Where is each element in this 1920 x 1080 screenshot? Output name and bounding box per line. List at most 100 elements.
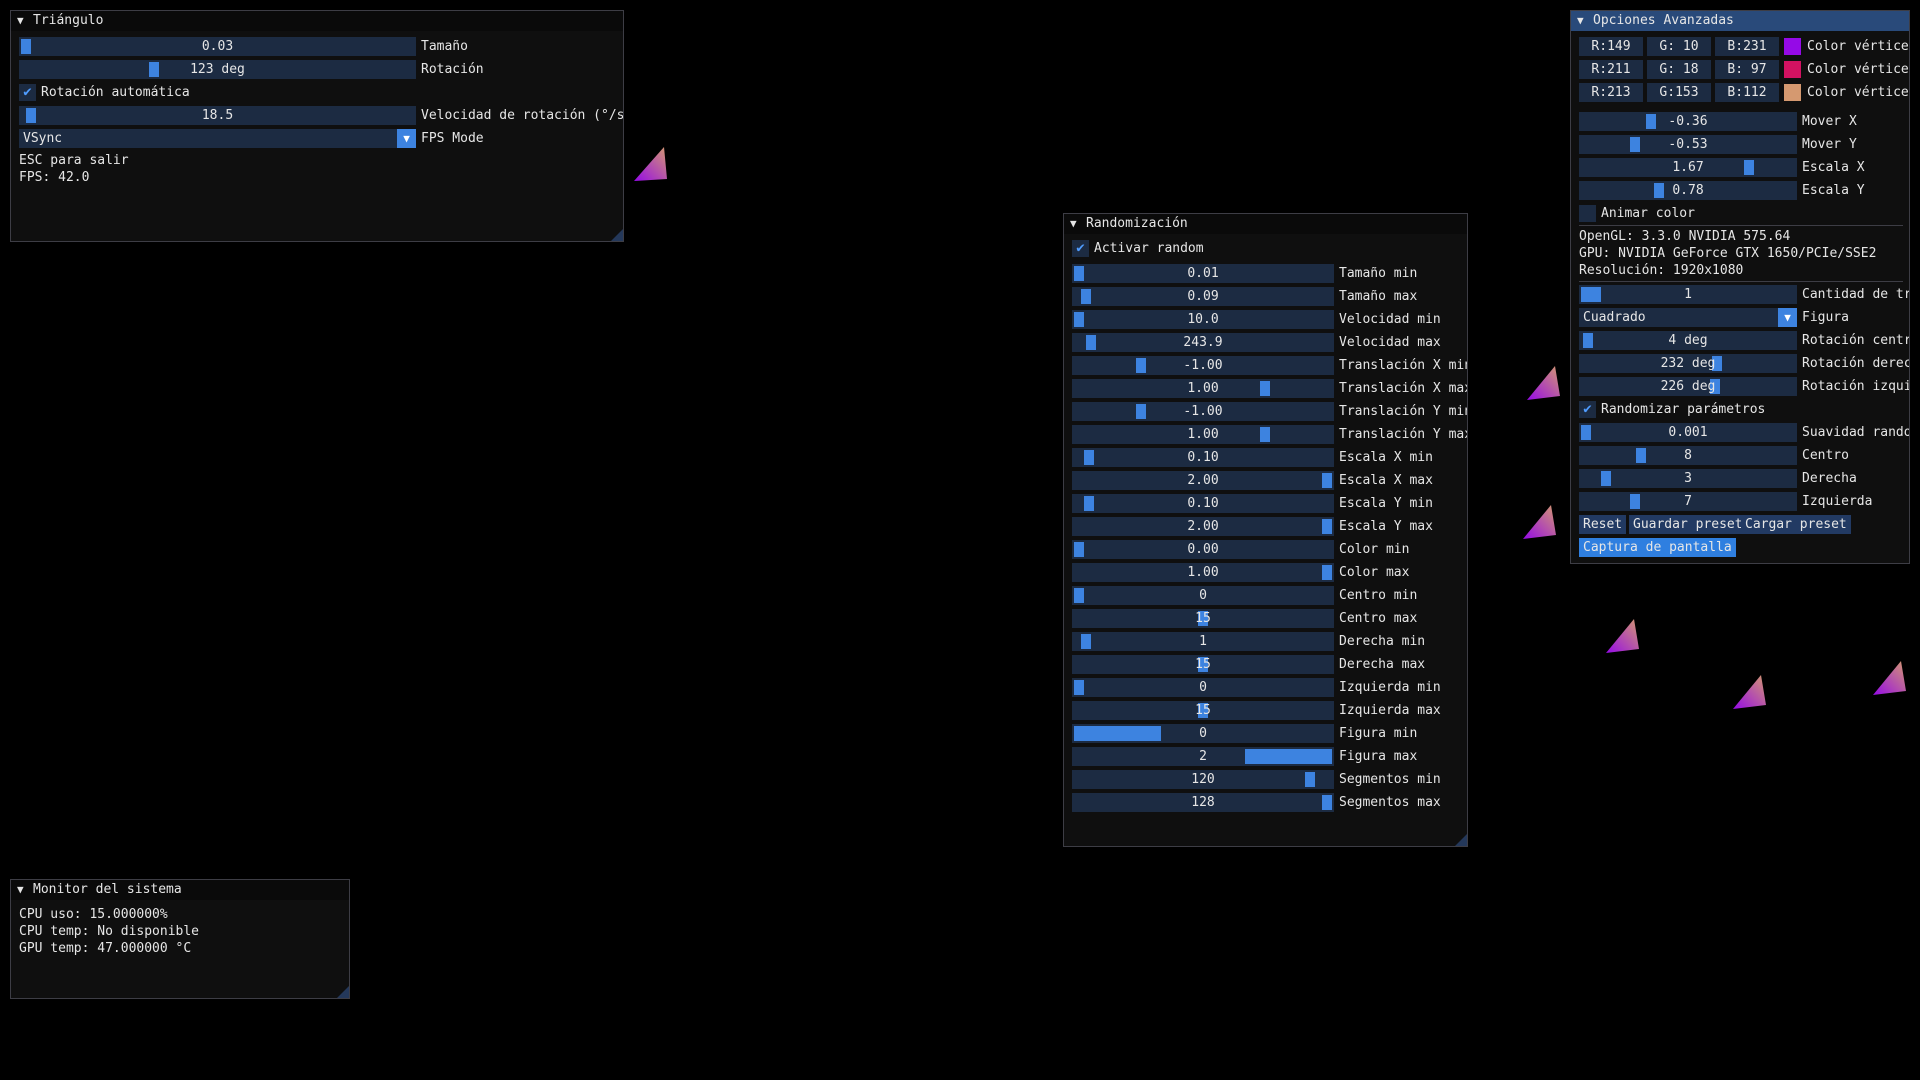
collapse-arrow-icon[interactable]: ▼ [1070,214,1082,234]
color-g-input[interactable]: G: 10 [1647,37,1711,56]
fps-mode-combo[interactable]: VSync ▼ [19,129,416,148]
resize-grip-icon[interactable] [337,986,349,998]
translacion-x-min-slider-grab[interactable] [1136,358,1146,373]
escala-y-min-slider[interactable]: 0.10 [1072,494,1334,513]
color-b-input[interactable]: B: 97 [1715,60,1779,79]
escala-x-min-slider[interactable]: 0.10 [1072,448,1334,467]
captura-pantalla-button[interactable]: Captura de pantalla [1579,538,1736,557]
resize-grip-icon[interactable] [1455,834,1467,846]
figura-min-slider[interactable]: 0 [1072,724,1334,743]
tamano-max-slider[interactable]: 0.09 [1072,287,1334,306]
velocidad-max-slider-grab[interactable] [1086,335,1096,350]
izquierda-min-slider-grab[interactable] [1074,680,1084,695]
velocidad-max-slider[interactable]: 243.9 [1072,333,1334,352]
tamano-max-slider-grab[interactable] [1081,289,1091,304]
segmentos-min-slider-grab[interactable] [1305,772,1315,787]
centro-max-slider[interactable]: 15 [1072,609,1334,628]
rotacion-auto-checkbox[interactable]: ✔ [19,84,36,101]
color-r-input[interactable]: R:211 [1579,60,1643,79]
derecha-max-slider[interactable]: 15 [1072,655,1334,674]
mover-x-slider[interactable]: -0.36 [1579,112,1797,131]
escala-x-slider-grab[interactable] [1744,160,1754,175]
suavidad-random-slider[interactable]: 0.001 [1579,423,1797,442]
figura-max-slider[interactable]: 2 [1072,747,1334,766]
rotacion-slider-grab[interactable] [149,62,159,77]
translacion-x-min-slider[interactable]: -1.00 [1072,356,1334,375]
mover-y-slider-grab[interactable] [1630,137,1640,152]
avanzadas-titlebar[interactable]: ▼ Opciones Avanzadas [1571,11,1909,31]
escala-x-max-slider-grab[interactable] [1322,473,1332,488]
collapse-arrow-icon[interactable]: ▼ [1577,11,1589,31]
velocidad-slider[interactable]: 18.5 [19,106,416,125]
color-min-slider-grab[interactable] [1074,542,1084,557]
velocidad-min-slider[interactable]: 10.0 [1072,310,1334,329]
derecha-min-slider-grab[interactable] [1081,634,1091,649]
color-max-slider-grab[interactable] [1322,565,1332,580]
derecha-min-slider[interactable]: 1 [1072,632,1334,651]
centro-slider-grab[interactable] [1636,448,1646,463]
izquierda-max-slider[interactable]: 15 [1072,701,1334,720]
triangulo-titlebar[interactable]: ▼ Triángulo [11,11,623,31]
color-g-input[interactable]: G: 18 [1647,60,1711,79]
color-g-input[interactable]: G:153 [1647,83,1711,102]
escala-y-max-slider[interactable]: 2.00 [1072,517,1334,536]
chevron-down-icon[interactable]: ▼ [1778,308,1797,327]
segmentos-min-slider[interactable]: 120 [1072,770,1334,789]
rotacion-derecha-slider[interactable]: 232 deg [1579,354,1797,373]
escala-y-min-slider-grab[interactable] [1084,496,1094,511]
color-swatch[interactable] [1784,61,1801,78]
translacion-x-max-slider-grab[interactable] [1260,381,1270,396]
suavidad-random-slider-grab[interactable] [1581,425,1591,440]
rotacion-centro-slider-grab[interactable] [1583,333,1593,348]
tamano-min-slider-grab[interactable] [1074,266,1084,281]
color-swatch[interactable] [1784,38,1801,55]
derecha-slider-grab[interactable] [1601,471,1611,486]
figura-max-slider-grab[interactable] [1245,749,1332,764]
color-swatch[interactable] [1784,84,1801,101]
tamano-slider-grab[interactable] [21,39,31,54]
rotacion-slider[interactable]: 123 deg [19,60,416,79]
segmentos-max-slider[interactable]: 128 [1072,793,1334,812]
centro-slider[interactable]: 8 [1579,446,1797,465]
segmentos-max-slider-grab[interactable] [1322,795,1332,810]
escala-y-slider-grab[interactable] [1654,183,1664,198]
cantidad-slider[interactable]: 1 [1579,285,1797,304]
randomizar-checkbox[interactable]: ✔ [1579,401,1596,418]
centro-min-slider-grab[interactable] [1074,588,1084,603]
activar-random-checkbox[interactable]: ✔ [1072,240,1089,257]
color-r-input[interactable]: R:149 [1579,37,1643,56]
collapse-arrow-icon[interactable]: ▼ [17,11,29,31]
color-min-slider[interactable]: 0.00 [1072,540,1334,559]
rotacion-centro-slider[interactable]: 4 deg [1579,331,1797,350]
translacion-y-max-slider[interactable]: 1.00 [1072,425,1334,444]
escala-y-slider[interactable]: 0.78 [1579,181,1797,200]
escala-x-slider[interactable]: 1.67 [1579,158,1797,177]
escala-x-min-slider-grab[interactable] [1084,450,1094,465]
tamano-slider[interactable]: 0.03 [19,37,416,56]
collapse-arrow-icon[interactable]: ▼ [17,880,29,900]
cargar-preset-button[interactable]: Cargar preset [1741,515,1851,534]
izquierda-slider-grab[interactable] [1630,494,1640,509]
rotacion-izquier-slider[interactable]: 226 deg [1579,377,1797,396]
figura-combo[interactable]: Cuadrado ▼ [1579,308,1797,327]
reset-button[interactable]: Reset [1579,515,1627,534]
animar-color-checkbox[interactable] [1579,205,1596,222]
velocidad-min-slider-grab[interactable] [1074,312,1084,327]
translacion-y-min-slider[interactable]: -1.00 [1072,402,1334,421]
translacion-x-max-slider[interactable]: 1.00 [1072,379,1334,398]
color-b-input[interactable]: B:112 [1715,83,1779,102]
centro-min-slider[interactable]: 0 [1072,586,1334,605]
izquierda-min-slider[interactable]: 0 [1072,678,1334,697]
color-b-input[interactable]: B:231 [1715,37,1779,56]
chevron-down-icon[interactable]: ▼ [397,129,416,148]
monitor-titlebar[interactable]: ▼ Monitor del sistema [11,880,349,900]
escala-y-max-slider-grab[interactable] [1322,519,1332,534]
tamano-min-slider[interactable]: 0.01 [1072,264,1334,283]
random-titlebar[interactable]: ▼ Randomización [1064,214,1467,234]
escala-x-max-slider[interactable]: 2.00 [1072,471,1334,490]
color-max-slider[interactable]: 1.00 [1072,563,1334,582]
cantidad-slider-grab[interactable] [1581,287,1601,302]
izquierda-slider[interactable]: 7 [1579,492,1797,511]
color-r-input[interactable]: R:213 [1579,83,1643,102]
derecha-slider[interactable]: 3 [1579,469,1797,488]
